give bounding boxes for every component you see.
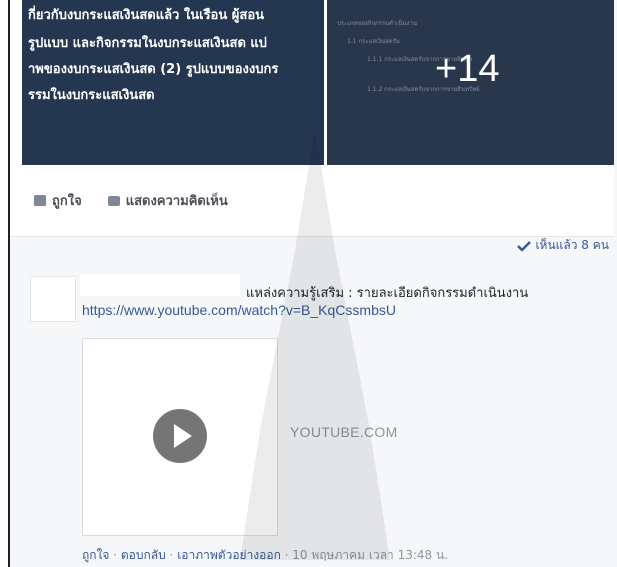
seen-by-label: เห็นแล้ว 8 คน [535,238,609,252]
check-icon [517,240,532,252]
watermark-seal [240,130,390,560]
like-label: ถูกใจ [52,194,82,209]
like-button[interactable]: ถูกใจ [34,190,82,211]
comment-label: แสดงความคิดเห็น [125,194,228,209]
comment-reply-link[interactable]: ตอบกลับ [121,548,166,562]
footer-separator: · [109,548,121,562]
commenter-name[interactable] [80,274,240,296]
comment-button[interactable]: แสดงความคิดเห็น [107,190,228,211]
avatar[interactable] [30,276,76,322]
post-actions: ถูกใจ แสดงความคิดเห็น [34,190,228,211]
thumbs-up-icon [34,195,46,206]
comment-like-link[interactable]: ถูกใจ [82,548,109,562]
play-icon[interactable] [153,409,207,463]
photo-text-line: าพของงบกระแสเงินสด (2) รูปแบบของงบกร [28,62,279,77]
photo-text-line: กี่ยวกับงบกระแสเงินสดแล้ว ในเรือน ผู้สอน [28,8,265,23]
comment-icon [107,195,120,206]
more-photos-count: +14 [435,48,500,90]
footer-separator: · [165,548,178,562]
photo-text-line: รรมในงบกระแสเงินสด [28,88,155,103]
photo-text-line: รูปแบบ และกิจกรรมในงบกระแสเงินสด แบ่ [28,36,268,51]
seen-by[interactable]: เห็นแล้ว 8 คน [517,236,609,255]
